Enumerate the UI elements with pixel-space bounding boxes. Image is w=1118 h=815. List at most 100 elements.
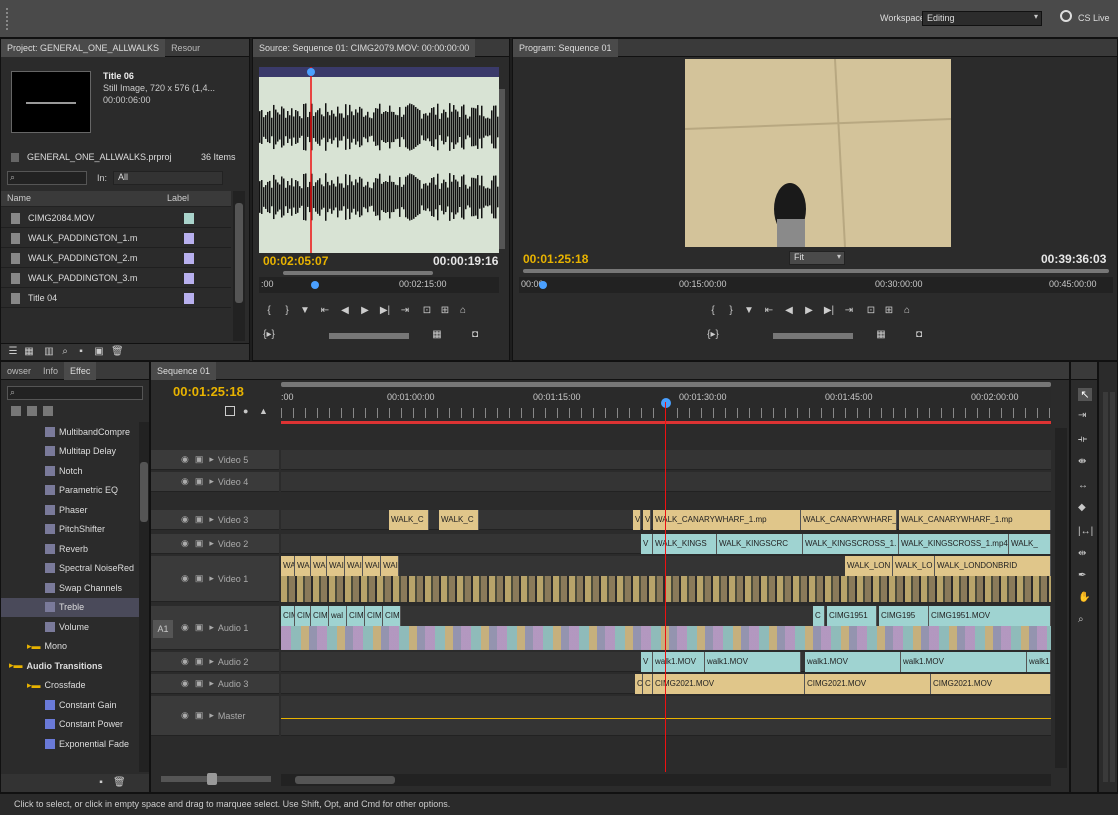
expand-triangle-icon[interactable]: ▸ (209, 710, 214, 721)
lock-icon[interactable]: ▣ (195, 538, 204, 549)
effect-item[interactable]: Volume (1, 617, 141, 636)
track-lane[interactable] (281, 450, 1051, 470)
jog-shuttle[interactable] (329, 333, 409, 339)
timeline-clip[interactable]: WALK_KINGS (653, 534, 717, 554)
track-select-tool-icon[interactable]: ⇥ (1078, 410, 1086, 421)
timeline-clip[interactable]: WAI (281, 556, 295, 576)
program-playhead[interactable] (539, 281, 547, 289)
timeline-clip[interactable]: CIM (365, 606, 383, 626)
marker-icon[interactable]: ● (243, 406, 248, 416)
icon-view-icon[interactable]: ▦ (23, 346, 35, 358)
safe-margins-icon[interactable]: ▦ (431, 329, 443, 341)
master-volume-line[interactable] (281, 718, 1051, 719)
workspace-select[interactable]: Editing ▾ (922, 11, 1042, 26)
audio-waveform[interactable] (259, 67, 499, 253)
tab-project[interactable]: Project: GENERAL_ONE_ALLWALKS (1, 38, 166, 57)
timeline-clip[interactable]: WAI (345, 556, 363, 576)
play-in-out-icon[interactable]: {▸} (263, 329, 275, 341)
extract-icon[interactable]: ⊞ (883, 305, 895, 317)
export-frame-icon[interactable]: ⌂ (457, 305, 469, 317)
step-back-icon[interactable]: ◀ (339, 305, 351, 317)
tab-resource[interactable]: Resour (165, 43, 206, 53)
timeline-clip[interactable]: WAI (311, 556, 327, 576)
camera-icon[interactable]: ◘ (913, 329, 925, 341)
timeline-clip[interactable]: WALK_KINGSCRC (717, 534, 803, 554)
32bit-fx-icon[interactable] (27, 406, 37, 416)
track-header[interactable]: ◉ ▣ ▸ Video 5 (151, 450, 279, 470)
mark-out-icon[interactable]: } (725, 305, 737, 317)
tab-program[interactable]: Program: Sequence 01 (513, 38, 618, 57)
zoom-thumb[interactable] (207, 773, 217, 785)
step-forward-icon[interactable]: ▶| (379, 305, 391, 317)
timeline-timecode[interactable]: 00:01:25:18 (173, 384, 244, 399)
timeline-clip[interactable]: C (813, 606, 825, 626)
source-ruler[interactable]: :00 00:02:15:00 (259, 277, 499, 293)
hand-tool-icon[interactable]: ✋ (1078, 592, 1090, 603)
safe-margins-icon[interactable]: ▦ (875, 329, 887, 341)
goto-in-icon[interactable]: ⇤ (319, 305, 331, 317)
cslive-icon[interactable] (1060, 10, 1072, 22)
timeline-clip[interactable]: WALK_C (389, 510, 429, 530)
work-area-bar[interactable] (281, 421, 1051, 424)
timeline-clip[interactable]: CIM (281, 606, 295, 626)
slip-tool-icon[interactable]: |↔| (1078, 526, 1093, 537)
source-playhead[interactable] (311, 281, 319, 289)
timeline-ruler[interactable]: :00 00:01:00:00 00:01:15:00 00:01:30:00 … (281, 388, 1051, 424)
timeline-clip[interactable]: WALK_KINGSCROSS_1.mp4 (899, 534, 1009, 554)
project-item[interactable]: WALK_PADDINGTON_2.m (1, 249, 231, 268)
col-name[interactable]: Name (7, 193, 31, 203)
timeline-clip[interactable]: V (643, 510, 651, 530)
selection-tool-icon[interactable]: ↖ (1078, 388, 1092, 401)
trash-icon[interactable]: 🗑 (113, 777, 126, 789)
expand-triangle-icon[interactable]: ▸ (209, 476, 214, 487)
timeline-clip[interactable]: CIM (347, 606, 365, 626)
jog-shuttle[interactable] (773, 333, 853, 339)
effect-item[interactable]: Constant Gain (1, 695, 141, 714)
timeline-clip[interactable]: WALK_KINGSCROSS_1. (803, 534, 899, 554)
lock-icon[interactable]: ▣ (195, 454, 204, 465)
program-timecode[interactable]: 00:01:25:18 (523, 252, 588, 266)
lock-icon[interactable]: ▣ (195, 514, 204, 525)
expand-triangle-icon[interactable]: ▸ (209, 538, 214, 549)
project-item[interactable]: WALK_PADDINGTON_3.m (1, 269, 231, 288)
timeline-playhead-head[interactable] (661, 398, 671, 408)
effects-search-input[interactable]: ⌕ (7, 386, 143, 400)
track-header[interactable]: ◉ ▣ ▸ Video 1 (151, 556, 279, 602)
expand-triangle-icon[interactable]: ▸ (209, 678, 214, 689)
eye-icon[interactable]: ◉ (181, 710, 189, 721)
project-item[interactable]: WALK_PADDINGTON_1.m (1, 229, 231, 248)
expand-triangle-icon[interactable]: ▸ (209, 622, 214, 633)
lock-icon[interactable]: ▣ (195, 573, 204, 584)
track-header[interactable]: ◉ ▣ ▸ Video 2 (151, 534, 279, 554)
rolling-edit-tool-icon[interactable]: ⇼ (1078, 456, 1086, 467)
new-item-icon[interactable]: ▣ (93, 346, 105, 358)
in-select[interactable]: All (113, 171, 223, 185)
lock-icon[interactable]: ▣ (195, 476, 204, 487)
tab-sequence[interactable]: Sequence 01 (151, 361, 217, 380)
timeline-clip[interactable]: walk1.MOV (653, 652, 705, 672)
source-timecode[interactable]: 00:02:05:07 (263, 254, 328, 268)
timeline-clip[interactable]: C (643, 674, 653, 694)
overwrite-icon[interactable]: ⊞ (439, 305, 451, 317)
expand-triangle-icon[interactable]: ▸ (209, 514, 214, 525)
project-scrollbar[interactable] (233, 191, 245, 341)
rate-stretch-tool-icon[interactable]: ↔ (1078, 480, 1088, 491)
effect-item[interactable]: Notch (1, 461, 141, 480)
vertical-scrollbar[interactable] (1055, 428, 1067, 768)
effects-folder[interactable]: ▸▬ Audio Transitions (1, 656, 141, 675)
eye-icon[interactable]: ◉ (181, 678, 189, 689)
find-icon[interactable]: ⌕ (59, 346, 71, 358)
automate-icon[interactable]: ▥ (43, 346, 55, 358)
timeline-clip[interactable]: WAI (327, 556, 345, 576)
search-input[interactable]: ⌕ (7, 171, 87, 185)
lift-icon[interactable]: ⊡ (865, 305, 877, 317)
timeline-clip[interactable]: C (635, 674, 643, 694)
new-bin-icon[interactable]: ▪ (95, 777, 107, 789)
goto-out-icon[interactable]: ⇥ (843, 305, 855, 317)
source-waveform-scroll[interactable] (499, 89, 505, 249)
timeline-clip[interactable]: WALK_LONDONBRID (935, 556, 1051, 576)
lock-icon[interactable]: ▣ (195, 622, 204, 633)
effect-item[interactable]: Reverb (1, 539, 141, 558)
timeline-clip[interactable]: V (641, 652, 653, 672)
timeline-clip[interactable]: WALK_C (439, 510, 479, 530)
